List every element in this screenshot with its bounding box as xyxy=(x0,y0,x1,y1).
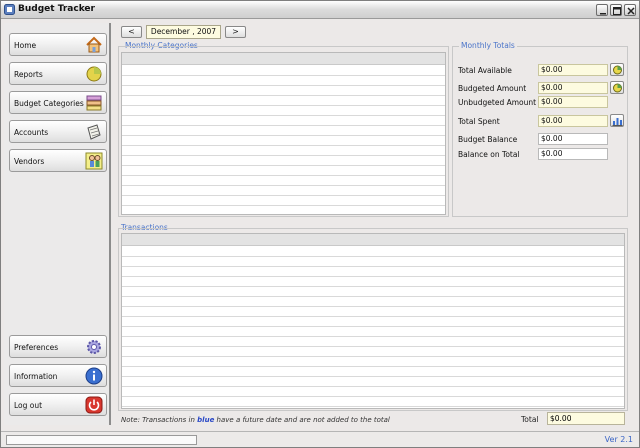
nav-information-label: Information xyxy=(14,372,58,381)
window-title: Budget Tracker xyxy=(18,4,95,14)
house-icon xyxy=(86,36,102,53)
version-label: Ver 2.1 xyxy=(604,435,633,444)
maximize-button[interactable] xyxy=(610,4,622,16)
close-icon xyxy=(627,7,635,15)
nav-budget-categories-label: Budget Categories xyxy=(14,99,84,108)
app-window: Budget Tracker Home Reports Budget Categ… xyxy=(0,0,640,448)
pie-chart-icon xyxy=(613,65,622,75)
budgeted-amount-chart-button[interactable] xyxy=(610,81,624,94)
total-spent-label: Total Spent xyxy=(458,117,500,126)
balance-on-total-field: $0.00 xyxy=(538,148,608,160)
app-icon xyxy=(4,4,15,15)
current-month-display[interactable]: December , 2007 xyxy=(146,25,221,39)
monthly-totals-label: Monthly Totals xyxy=(459,41,517,50)
bar-chart-icon xyxy=(612,118,623,126)
grid-header xyxy=(122,53,445,65)
budgeted-amount-label: Budgeted Amount xyxy=(458,84,527,93)
grid-rows xyxy=(122,66,445,214)
total-available-field: $0.00 xyxy=(538,64,608,76)
note-prefix: Note: Transactions in xyxy=(121,416,198,424)
nav-preferences-label: Preferences xyxy=(14,343,59,352)
power-icon xyxy=(85,396,103,414)
total-spent-field: $0.00 xyxy=(538,115,608,127)
total-available-label: Total Available xyxy=(458,66,512,75)
minimize-icon xyxy=(600,13,606,15)
next-month-button[interactable]: > xyxy=(225,26,246,38)
nav-vendors-label: Vendors xyxy=(14,157,45,166)
unbudgeted-amount-label: Unbudgeted Amount xyxy=(458,98,537,107)
nav-information-button[interactable]: Information xyxy=(9,364,107,387)
grid-rows xyxy=(122,247,624,408)
nav-log-out-button[interactable]: Log out xyxy=(9,393,107,416)
close-button[interactable] xyxy=(624,4,636,16)
nav-home-button[interactable]: Home xyxy=(9,33,107,56)
monthly-categories-grid[interactable] xyxy=(121,52,446,215)
nav-home-label: Home xyxy=(14,41,37,50)
total-spent-chart-button[interactable] xyxy=(610,114,624,127)
nav-accounts-button[interactable]: Accounts xyxy=(9,120,107,143)
transactions-total-label: Total xyxy=(521,415,539,424)
status-bar: Ver 2.1 xyxy=(1,431,639,447)
previous-month-button[interactable]: < xyxy=(121,26,142,38)
nav-vendors-button[interactable]: Vendors xyxy=(9,149,107,172)
note-suffix: have a future date and are not added to … xyxy=(214,416,390,424)
categories-icon xyxy=(86,95,102,111)
note-blue-word: blue xyxy=(197,416,215,424)
pie-chart-icon xyxy=(86,66,102,82)
progress-bar xyxy=(6,435,197,445)
transactions-grid[interactable] xyxy=(121,233,625,409)
nav-reports-button[interactable]: Reports xyxy=(9,62,107,85)
total-available-chart-button[interactable] xyxy=(610,63,624,76)
title-bar: Budget Tracker xyxy=(1,1,639,19)
gear-icon xyxy=(87,340,101,354)
pie-chart-icon xyxy=(613,83,622,93)
budgeted-amount-field: $0.00 xyxy=(538,82,608,94)
nav-log-out-label: Log out xyxy=(14,401,43,410)
maximize-icon xyxy=(613,7,621,15)
nav-accounts-label: Accounts xyxy=(14,128,49,137)
transactions-note: Note: Transactions in blue have a future… xyxy=(121,416,390,424)
budget-balance-field: $0.00 xyxy=(538,133,608,145)
grid-header xyxy=(122,234,624,246)
budget-balance-label: Budget Balance xyxy=(458,135,518,144)
unbudgeted-amount-field: $0.00 xyxy=(538,96,608,108)
info-icon xyxy=(85,367,103,385)
nav-reports-label: Reports xyxy=(14,70,43,79)
vendors-icon xyxy=(85,152,103,170)
nav-budget-categories-button[interactable]: Budget Categories xyxy=(9,91,107,114)
transactions-total-field: $0.00 xyxy=(547,412,625,425)
ledger-icon xyxy=(87,124,101,140)
minimize-button[interactable] xyxy=(596,4,608,16)
sidebar: Home Reports Budget Categories Accounts … xyxy=(4,23,111,425)
balance-on-total-label: Balance on Total xyxy=(458,150,520,159)
nav-preferences-button[interactable]: Preferences xyxy=(9,335,107,358)
